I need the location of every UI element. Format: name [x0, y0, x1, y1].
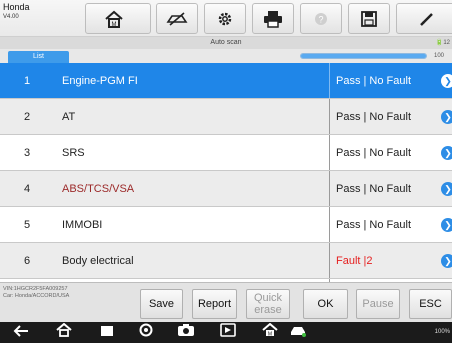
- vehicle-info: VIN:1HGCR2F5FA009257 Car: Honda/ACCORD/U…: [3, 286, 69, 300]
- house-icon: [56, 322, 72, 342]
- esc-button[interactable]: ESC: [409, 289, 452, 319]
- chevron-right-icon[interactable]: ❯: [441, 74, 452, 88]
- column-divider: [329, 243, 330, 278]
- column-divider: [329, 63, 330, 98]
- help-icon: ?: [314, 12, 328, 26]
- system-nav-bar: M 100%: [0, 322, 452, 343]
- recent-apps-icon: [100, 324, 114, 342]
- chevron-right-icon[interactable]: ❯: [441, 110, 452, 124]
- column-divider: [329, 207, 330, 242]
- vehicle-swap-icon: [166, 11, 188, 27]
- system-name: IMMOBI: [62, 218, 103, 231]
- vehicle-swap-button[interactable]: [156, 3, 198, 34]
- table-row[interactable]: 1 Engine-PGM FI Pass | No Fault ❯: [0, 63, 452, 99]
- save-disk-button[interactable]: [348, 3, 390, 34]
- media-icon: [220, 323, 236, 342]
- browser-button[interactable]: [137, 323, 155, 342]
- chevron-right-icon[interactable]: ❯: [441, 218, 452, 232]
- back-button[interactable]: [12, 324, 30, 341]
- browser-icon: [139, 323, 153, 342]
- camera-icon: [177, 323, 195, 342]
- app-version: V4.00: [3, 14, 19, 20]
- vin-text: VIN:1HGCR2F5FA009257: [3, 286, 68, 292]
- table-row[interactable]: 6 Body electrical Fault |2 ❯: [0, 243, 452, 279]
- vci-home-button[interactable]: M: [261, 322, 279, 342]
- system-status: Pass | No Fault: [336, 74, 411, 87]
- ok-button[interactable]: OK: [303, 289, 348, 319]
- home-nav-button[interactable]: [55, 322, 73, 342]
- vehicle-connect-button[interactable]: [289, 324, 307, 341]
- pause-button[interactable]: Pause: [356, 289, 400, 319]
- svg-text:M: M: [112, 22, 117, 28]
- row-number: 5: [23, 218, 31, 231]
- column-divider: [329, 99, 330, 134]
- system-status: 100%: [434, 329, 450, 335]
- tab-list[interactable]: List: [8, 51, 69, 63]
- table-row[interactable]: 4 ABS/TCS/VSA Pass | No Fault ❯: [0, 171, 452, 207]
- system-name: AT: [62, 110, 76, 123]
- report-button[interactable]: Report: [192, 289, 237, 319]
- screen-title: Auto scan: [210, 39, 242, 46]
- scan-progress-percent: 100: [434, 53, 445, 59]
- print-icon: [263, 10, 283, 28]
- svg-text:M: M: [268, 332, 272, 338]
- row-number: 1: [23, 74, 31, 87]
- brand-make: Honda: [3, 2, 30, 12]
- save-button[interactable]: Save: [140, 289, 183, 319]
- tab-row: List 100: [0, 49, 452, 63]
- help-button[interactable]: ?: [300, 3, 342, 34]
- system-status: Fault |2: [336, 254, 373, 267]
- chevron-right-icon[interactable]: ❯: [441, 182, 452, 196]
- svg-text:?: ?: [318, 14, 323, 24]
- home-button[interactable]: M: [85, 3, 151, 34]
- system-status: Pass | No Fault: [336, 146, 411, 159]
- column-divider: [329, 135, 330, 170]
- print-button[interactable]: [252, 3, 294, 34]
- table-row[interactable]: 5 IMMOBI Pass | No Fault ❯: [0, 207, 452, 243]
- pen-button[interactable]: [396, 3, 452, 34]
- back-arrow-icon: [13, 324, 29, 342]
- settings-gear-icon: [216, 10, 234, 28]
- row-number: 4: [23, 182, 31, 195]
- system-list: 1 Engine-PGM FI Pass | No Fault ❯ 2 AT Pass | …: [0, 63, 452, 282]
- battery-indicator: 🔋12: [435, 40, 450, 46]
- row-number: 3: [23, 146, 31, 159]
- system-status: Pass | No Fault: [336, 182, 411, 195]
- settings-button[interactable]: [204, 3, 246, 34]
- system-name: ABS/TCS/VSA: [62, 182, 135, 195]
- system-status: Pass | No Fault: [336, 218, 411, 231]
- system-name: Body electrical: [62, 254, 134, 267]
- car-text: Car: Honda/ACCORD/USA: [3, 293, 70, 299]
- system-name: Engine-PGM FI: [62, 74, 138, 87]
- media-button[interactable]: [219, 323, 237, 342]
- table-row[interactable]: 3 SRS Pass | No Fault ❯: [0, 135, 452, 171]
- table-row[interactable]: 2 AT Pass | No Fault ❯: [0, 99, 452, 135]
- vehicle-brand: Honda V4.00: [3, 2, 53, 22]
- chevron-right-icon[interactable]: ❯: [441, 146, 452, 160]
- row-number: 6: [23, 254, 31, 267]
- system-status: Pass | No Fault: [336, 110, 411, 123]
- action-bar: VIN:1HGCR2F5FA009257 Car: Honda/ACCORD/U…: [0, 282, 452, 322]
- pen-icon: [419, 11, 435, 27]
- quick-erase-button[interactable]: Quick erase: [246, 289, 290, 319]
- row-number: 2: [23, 110, 31, 123]
- system-name: SRS: [62, 146, 85, 159]
- column-divider: [329, 171, 330, 206]
- scan-progress-fill: [301, 54, 426, 58]
- recent-apps-button[interactable]: [98, 324, 116, 341]
- vci-home-icon: M: [262, 322, 278, 342]
- camera-button[interactable]: [177, 324, 195, 341]
- chevron-right-icon[interactable]: ❯: [441, 254, 452, 268]
- vehicle-connect-icon: [289, 323, 307, 342]
- screen-header: Auto scan 🔋12: [0, 37, 452, 49]
- save-disk-icon: [361, 10, 377, 27]
- home-icon: M: [104, 10, 124, 28]
- scan-progress-bar: [300, 53, 427, 59]
- top-toolbar: Honda V4.00 M ?: [0, 0, 452, 37]
